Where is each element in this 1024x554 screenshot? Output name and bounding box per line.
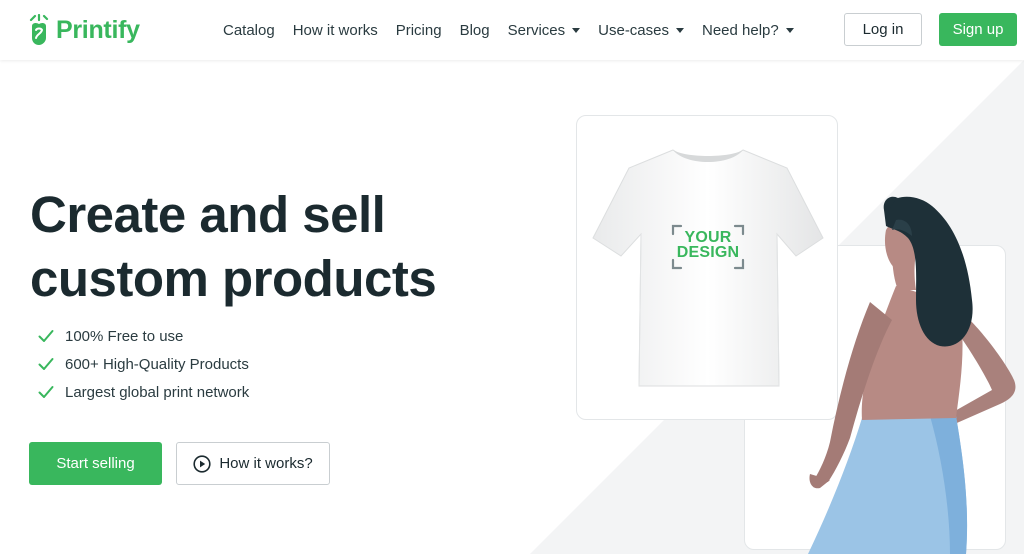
nav-pricing[interactable]: Pricing: [396, 22, 442, 39]
feature-item: 600+ High-Quality Products: [38, 350, 249, 378]
feature-item: 100% Free to use: [38, 322, 249, 350]
your-design-label: YOUR DESIGN: [669, 230, 747, 261]
woman-illustration: [808, 196, 1016, 554]
nav-catalog-label: Catalog: [223, 21, 275, 39]
feature-text: Largest global print network: [65, 383, 250, 401]
play-circle-icon: [193, 454, 211, 473]
nav-services-label: Services: [507, 21, 566, 39]
nav-pricing-label: Pricing: [395, 21, 442, 39]
hero-title: Create and sell custom products: [30, 183, 470, 311]
nav-use-cases[interactable]: Use-cases: [598, 22, 684, 39]
check-icon: [38, 358, 54, 370]
chevron-down-icon: [676, 27, 684, 33]
feature-text: 100% Free to use: [65, 327, 184, 345]
brand-name: Printify: [56, 15, 140, 44]
chevron-down-icon: [572, 27, 581, 33]
nav-use-cases-label: Use-cases: [598, 21, 669, 39]
nav-how-it-works-label: How it works: [292, 21, 378, 39]
start-selling-button[interactable]: Start selling: [29, 442, 162, 485]
feature-item: Largest global print network: [38, 378, 249, 406]
signup-button[interactable]: Sign up: [939, 13, 1017, 46]
chevron-down-icon: [785, 27, 794, 33]
feature-list: 100% Free to use 600+ High-Quality Produ…: [38, 322, 249, 406]
nav-catalog[interactable]: Catalog: [223, 22, 275, 39]
hero-title-line-2: custom products: [30, 250, 437, 307]
printify-logo-icon: [29, 14, 49, 45]
site-header: Printify Catalog How it works Pricing Bl…: [0, 0, 1024, 60]
design-line-2: DESIGN: [676, 244, 740, 261]
hero-title-line-1: Create and sell: [30, 186, 386, 243]
nav-blog[interactable]: Blog: [460, 22, 490, 39]
how-it-works-button[interactable]: How it works?: [176, 442, 330, 485]
nav-need-help-label: Need help?: [702, 21, 779, 39]
how-it-works-label: How it works?: [219, 455, 313, 472]
nav-need-help[interactable]: Need help?: [702, 22, 794, 39]
main-nav: Catalog How it works Pricing Blog Servic…: [223, 0, 812, 60]
feature-text: 600+ High-Quality Products: [65, 355, 249, 373]
tshirt-image: [592, 149, 824, 387]
logo[interactable]: Printify: [28, 14, 140, 46]
nav-how-it-works[interactable]: How it works: [293, 22, 378, 39]
nav-blog-label: Blog: [459, 21, 490, 39]
nav-services[interactable]: Services: [508, 22, 581, 39]
product-card-tshirt: YOUR DESIGN: [576, 115, 838, 420]
check-icon: [38, 386, 54, 398]
login-button[interactable]: Log in: [844, 13, 922, 46]
check-icon: [38, 330, 54, 342]
